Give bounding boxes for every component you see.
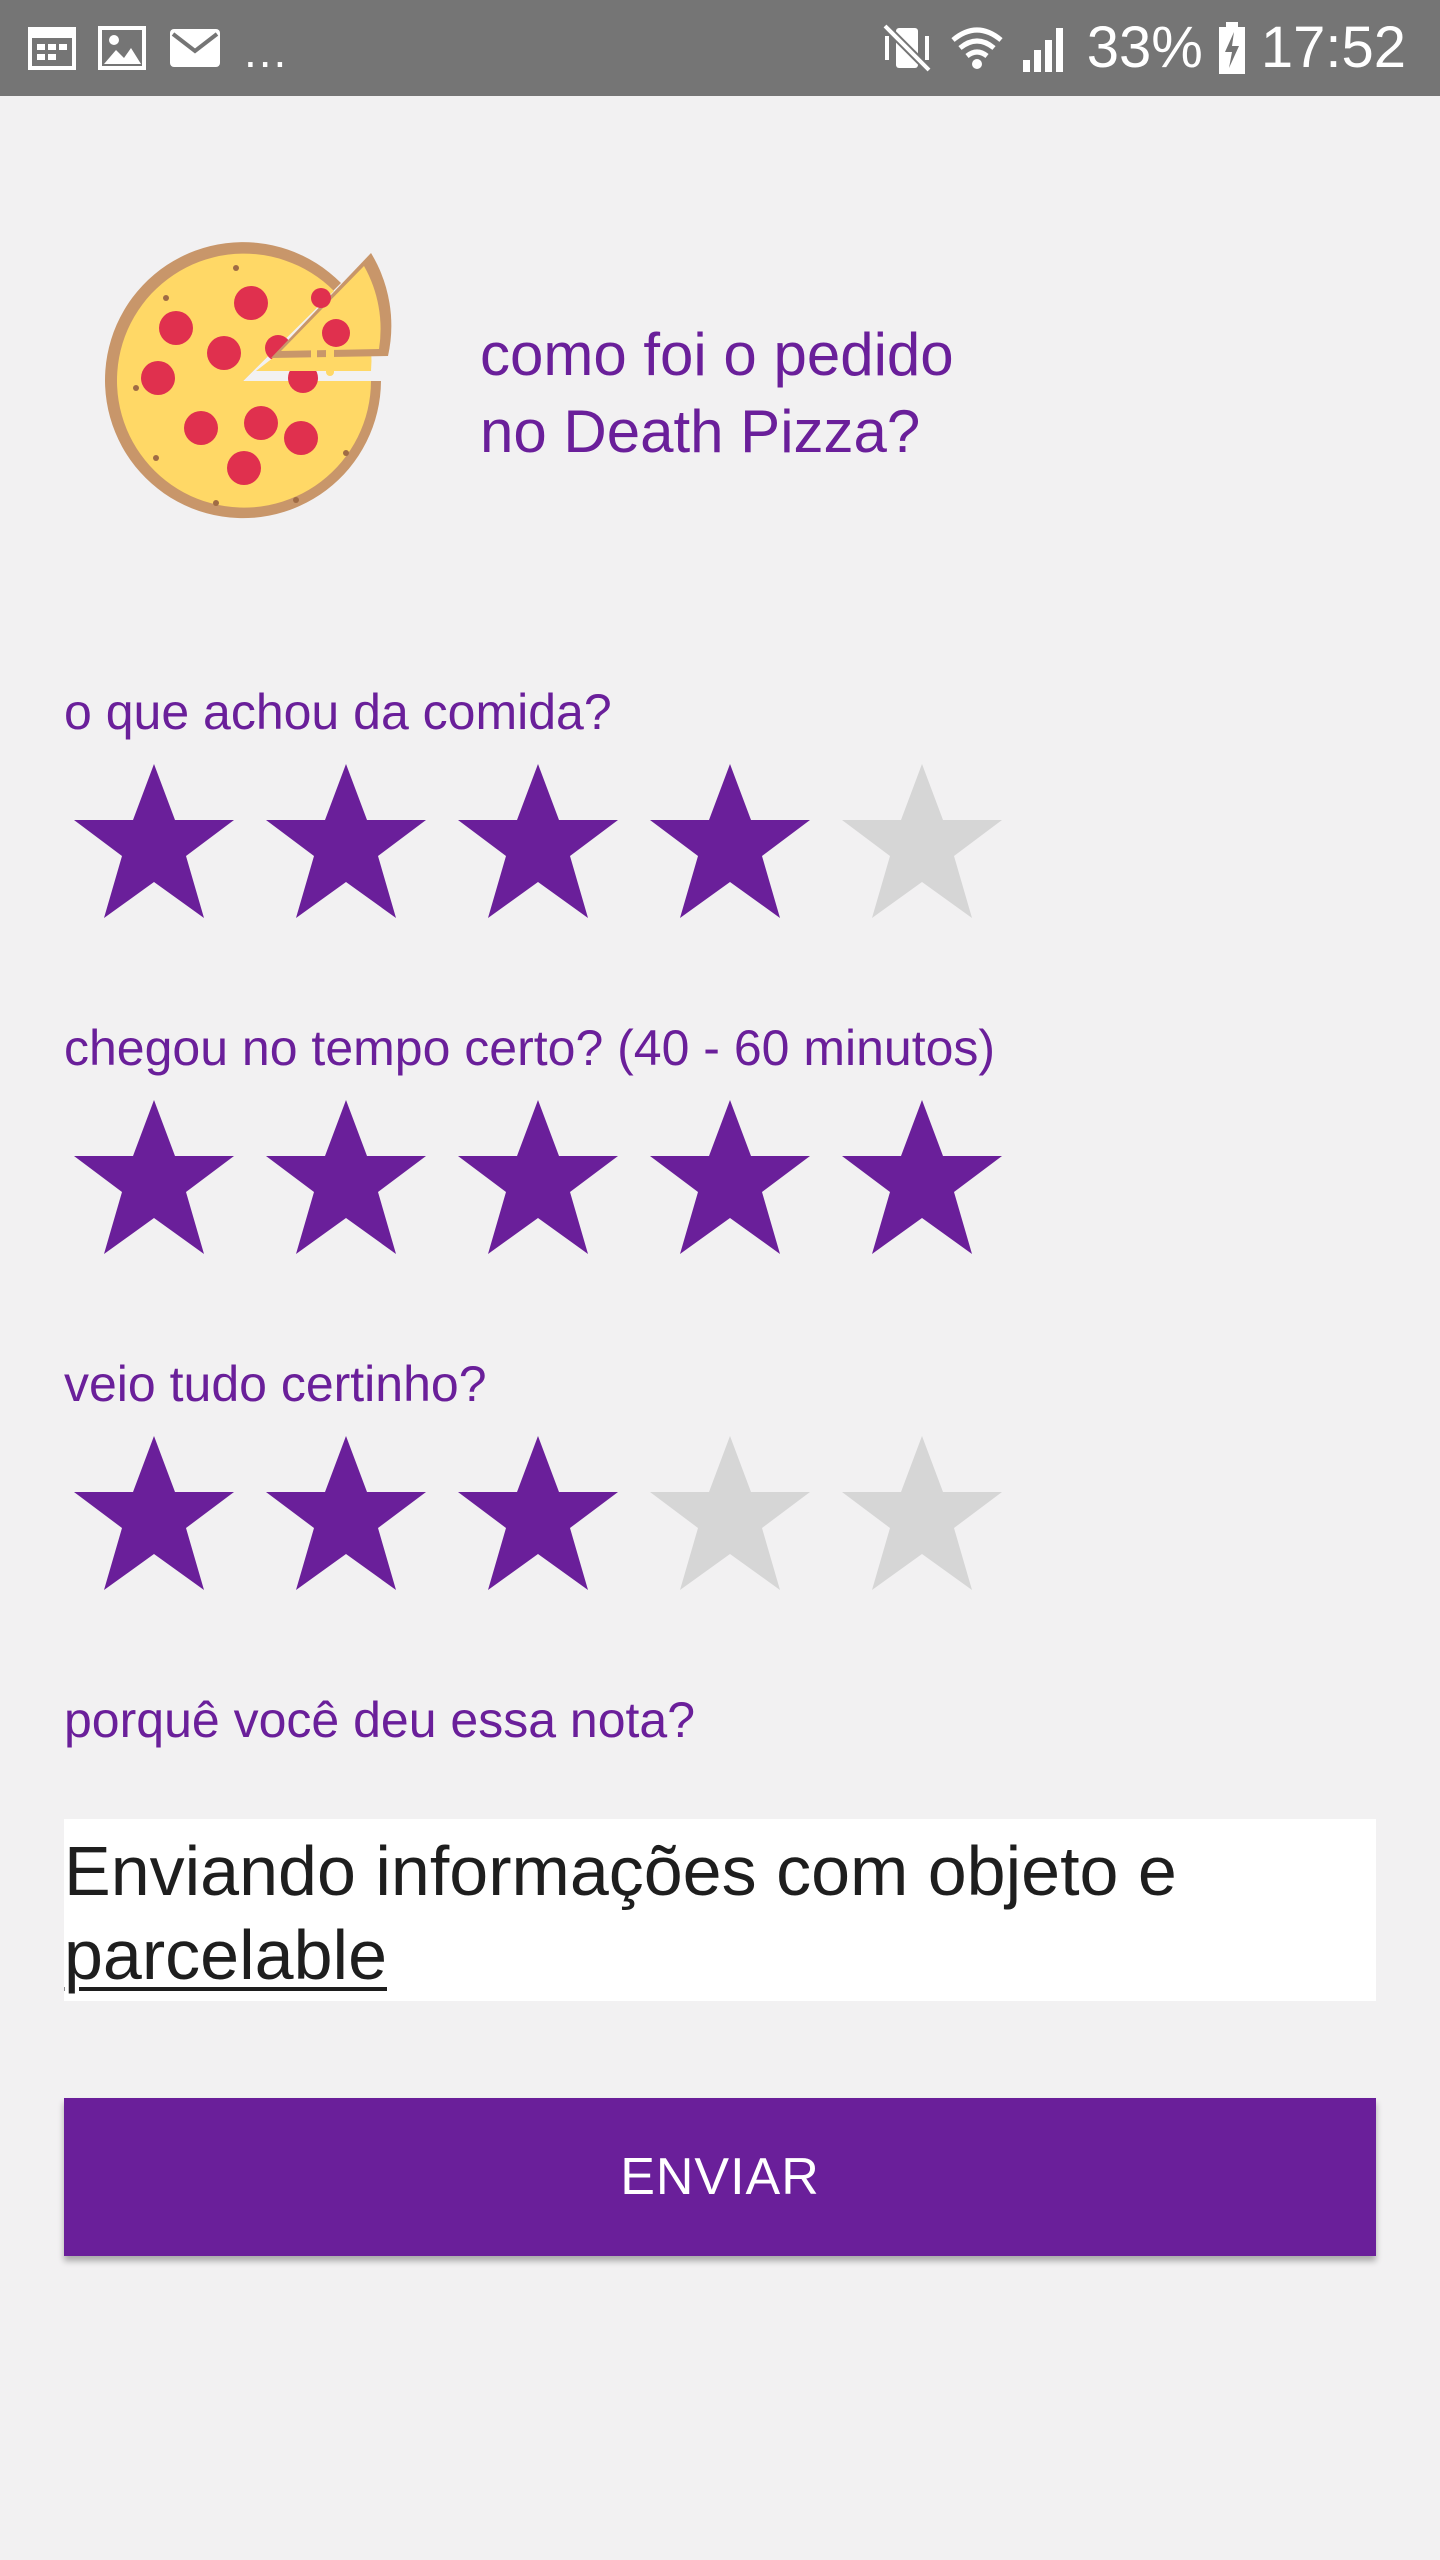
question-label-food: o que achou da comida? — [64, 684, 612, 740]
comment-text-line-2: parcelable — [64, 1916, 387, 1994]
star-3-filled-icon[interactable] — [448, 1430, 628, 1600]
rating-complete[interactable] — [64, 1430, 1024, 1600]
overflow-dots: ... — [244, 25, 289, 77]
clock: 17:52 — [1260, 15, 1406, 80]
comment-text-line-1: Enviando informações com objeto e — [64, 1832, 1177, 1910]
star-5-empty-icon[interactable] — [832, 758, 1012, 928]
star-3-filled-icon[interactable] — [448, 1094, 628, 1264]
wifi-icon — [951, 27, 1003, 69]
star-2-filled-icon[interactable] — [256, 758, 436, 928]
star-5-filled-icon[interactable] — [832, 1094, 1012, 1264]
star-5-empty-icon[interactable] — [832, 1430, 1012, 1600]
star-3-filled-icon[interactable] — [448, 758, 628, 928]
comment-text: Enviando informações com objeto e parcel… — [64, 1829, 1364, 1997]
star-1-filled-icon[interactable] — [64, 1430, 244, 1600]
star-4-filled-icon[interactable] — [640, 1094, 820, 1264]
title-line-2: no Death Pizza? — [480, 398, 921, 465]
send-button[interactable]: ENVIAR — [64, 2098, 1376, 2256]
vibrate-mute-icon — [881, 23, 932, 73]
question-label-complete: veio tudo certinho? — [64, 1356, 487, 1412]
title-line-1: como foi o pedido — [480, 321, 954, 388]
status-bar: ... 33% 17:52 — [0, 0, 1440, 96]
star-4-empty-icon[interactable] — [640, 1430, 820, 1600]
image-icon — [98, 26, 146, 70]
question-label-time: chegou no tempo certo? (40 - 60 minutos) — [64, 1020, 996, 1076]
rating-time[interactable] — [64, 1094, 1024, 1264]
comment-field[interactable]: Enviando informações com objeto e parcel… — [64, 1819, 1376, 2001]
star-1-filled-icon[interactable] — [64, 1094, 244, 1264]
rating-food[interactable] — [64, 758, 1024, 928]
signal-icon — [1022, 28, 1063, 72]
mail-icon — [170, 29, 220, 67]
battery-charging-icon — [1218, 22, 1245, 74]
calendar-icon — [28, 27, 76, 70]
page-title: como foi o pedido no Death Pizza? — [480, 316, 1180, 470]
battery-percent: 33% — [1086, 15, 1203, 80]
pizza-icon — [105, 242, 392, 519]
comment-label: porquê você deu essa nota? — [64, 1692, 696, 1748]
star-2-filled-icon[interactable] — [256, 1094, 436, 1264]
star-2-filled-icon[interactable] — [256, 1430, 436, 1600]
star-1-filled-icon[interactable] — [64, 758, 244, 928]
star-4-filled-icon[interactable] — [640, 758, 820, 928]
